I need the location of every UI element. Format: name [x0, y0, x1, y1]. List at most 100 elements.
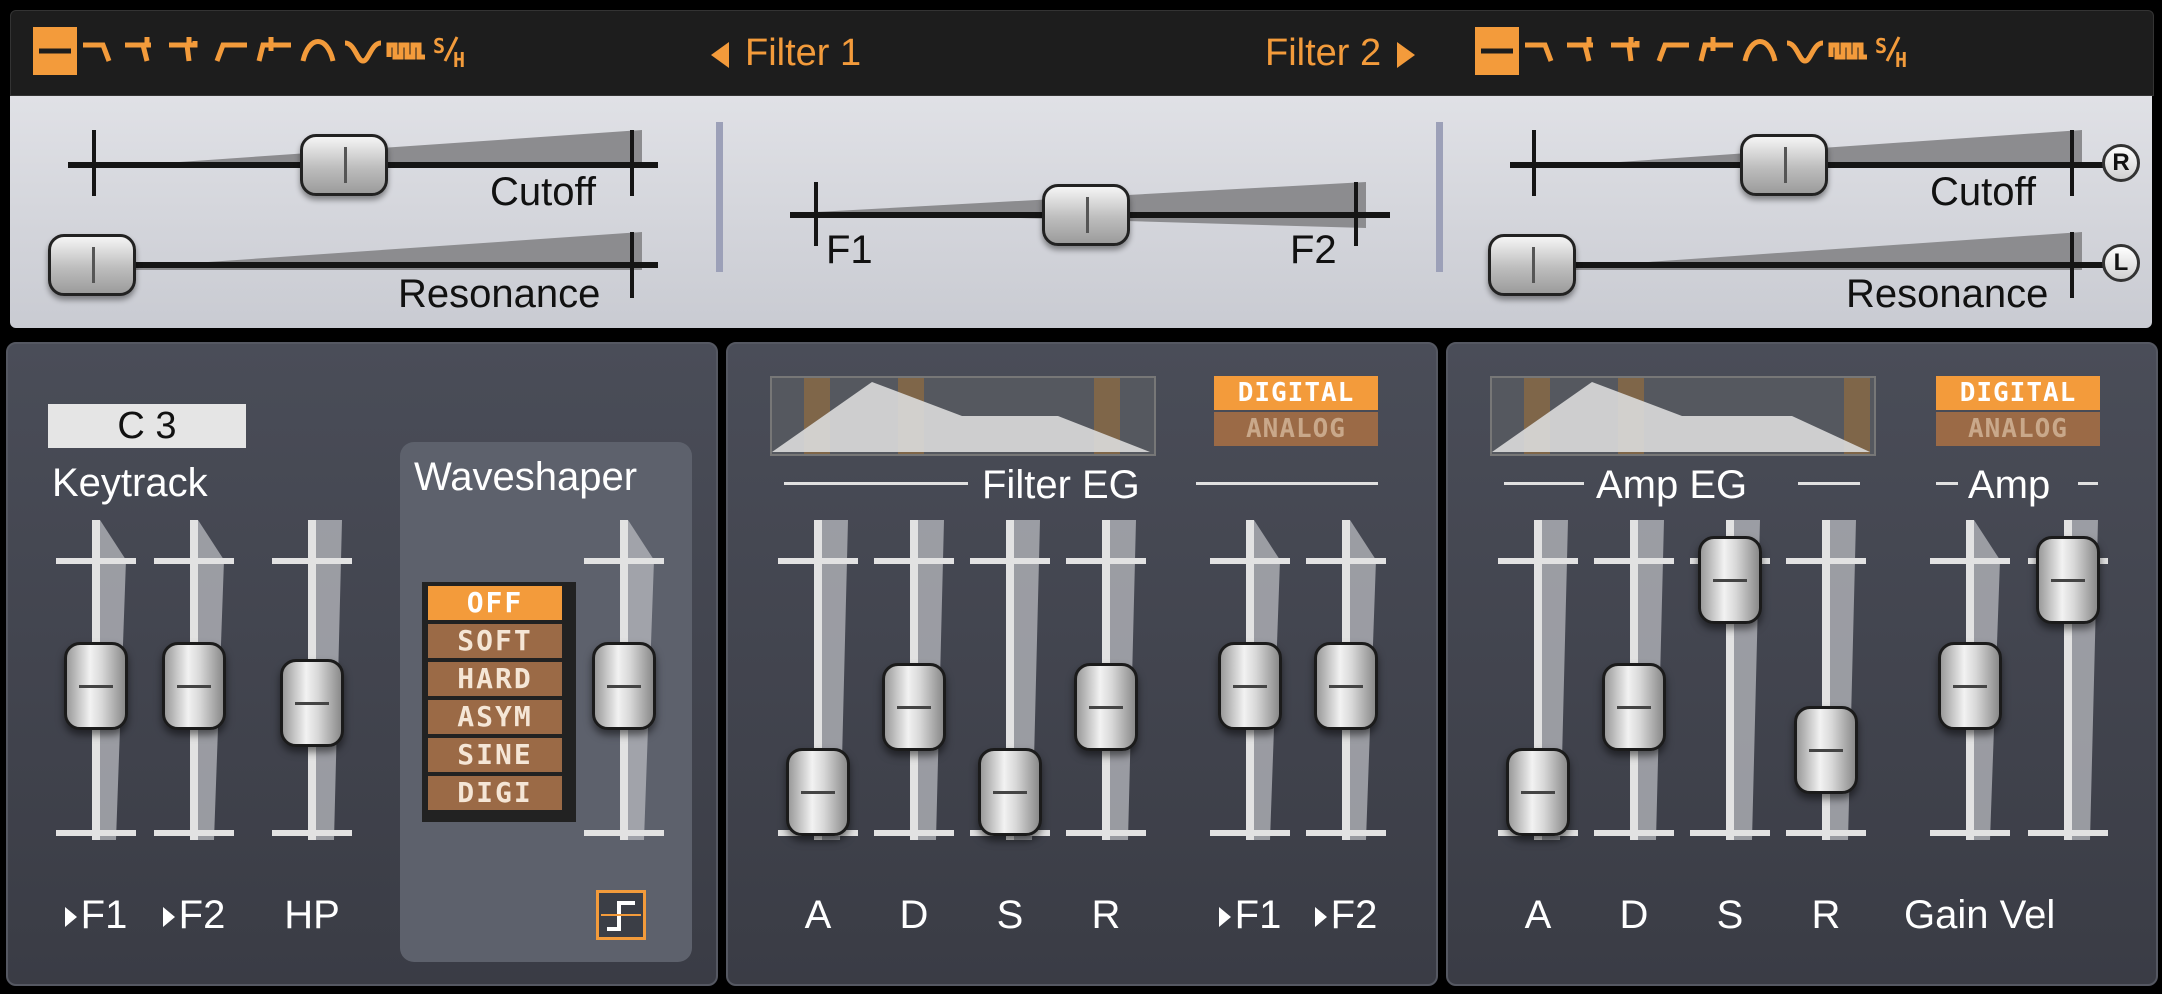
- bypass-filter-button[interactable]: [33, 27, 77, 75]
- waveshaper-hard-button[interactable]: HARD: [428, 662, 562, 696]
- filter-eg-display: [770, 376, 1156, 456]
- slider-top-stop: [778, 558, 858, 564]
- amp-eg-s-slider-knob[interactable]: [1698, 536, 1762, 624]
- notch-filter-button[interactable]: [341, 27, 385, 75]
- amp-eg-r-slider-knob[interactable]: [1794, 705, 1858, 794]
- filter-morph-knob[interactable]: [1042, 184, 1130, 246]
- highpass-12-icon: [214, 42, 247, 62]
- waveshaper-amount-slider-knob[interactable]: [592, 642, 656, 730]
- sample-hold-icon: SH: [433, 34, 465, 72]
- waveshaper-soft-button[interactable]: SOFT: [428, 624, 562, 658]
- filter2-title: Filter 2: [1265, 32, 1382, 74]
- slider-bottom-stop: [584, 830, 664, 836]
- notch-filter-button[interactable]: [1783, 27, 1827, 75]
- keytrack-f2-slider-knob[interactable]: [162, 642, 226, 730]
- amp-eg-digital-button[interactable]: DIGITAL: [1936, 376, 2100, 410]
- filter2-cutoff-knob[interactable]: [1739, 134, 1828, 196]
- divider: [1504, 482, 1584, 485]
- keytrack-hp-slider-knob[interactable]: [280, 658, 344, 747]
- amp-gain-slider[interactable]: [1930, 520, 2010, 840]
- svg-text:S: S: [1875, 34, 1887, 58]
- filter-eg-s-slider-knob[interactable]: [978, 748, 1042, 836]
- highpass-24-filter-button[interactable]: [1695, 27, 1739, 75]
- lowpass-12-filter-button[interactable]: [1519, 27, 1563, 75]
- sample-hold-filter-button[interactable]: SH: [429, 27, 473, 75]
- amp-eg-analog-button[interactable]: ANALOG: [1936, 412, 2100, 446]
- tick: [2070, 232, 2074, 298]
- highpass-24-icon: [256, 37, 291, 62]
- filter-eg-s-slider[interactable]: [970, 520, 1050, 840]
- amp-eg-a-slider-knob[interactable]: [1506, 748, 1570, 836]
- bypass-icon: [1481, 48, 1513, 54]
- divider: [1798, 482, 1860, 485]
- morph-f2-label: F2: [1290, 228, 1337, 272]
- filter-eg-d-slider-knob[interactable]: [882, 663, 946, 752]
- amp-eg-d-slider-knob[interactable]: [1602, 663, 1666, 752]
- slider-top-stop: [272, 558, 352, 564]
- filter-eg-r-slider[interactable]: [1066, 520, 1146, 840]
- waveshaper-amount-slider[interactable]: [584, 520, 664, 840]
- filter-eg-f1-slider[interactable]: [1210, 520, 1290, 840]
- bandpass-filter-button[interactable]: [297, 27, 341, 75]
- filter1-resonance-knob[interactable]: [48, 234, 136, 296]
- lowpass-48-filter-button[interactable]: [165, 27, 209, 75]
- filter-eg-analog-button[interactable]: ANALOG: [1214, 412, 1378, 446]
- filter-eg-a-slider[interactable]: [778, 520, 858, 840]
- bypass-filter-button[interactable]: [1475, 27, 1519, 75]
- sample-hold-filter-button[interactable]: SH: [1871, 27, 1915, 75]
- filter-eg-d-slider[interactable]: [874, 520, 954, 840]
- comb-filter-button[interactable]: [1827, 27, 1871, 75]
- bandpass-filter-button[interactable]: [1739, 27, 1783, 75]
- slider-bottom-stop: [272, 830, 352, 836]
- filter-eg-r-slider-knob[interactable]: [1074, 663, 1138, 752]
- filter1-prev-button[interactable]: Filter 1: [711, 31, 861, 75]
- svg-text:H: H: [1895, 48, 1907, 72]
- comb-filter-button[interactable]: [385, 27, 429, 75]
- highpass-24-filter-button[interactable]: [253, 27, 297, 75]
- filter-eg-f2-slider[interactable]: [1306, 520, 1386, 840]
- filter-eg-f1-slider-knob[interactable]: [1218, 642, 1282, 730]
- lowpass-12-filter-button[interactable]: [77, 27, 121, 75]
- highpass-12-icon: [1656, 42, 1689, 62]
- keytrack-f2-label: F2: [134, 892, 254, 938]
- filter-eg-a-slider-knob[interactable]: [786, 748, 850, 836]
- comb-icon: [1828, 42, 1867, 60]
- highpass-12-filter-button[interactable]: [209, 27, 253, 75]
- r-button[interactable]: R: [2102, 144, 2140, 182]
- filter2-resonance-knob[interactable]: [1488, 234, 1576, 296]
- waveshaper-digi-button[interactable]: DIGI: [428, 776, 562, 810]
- cutoff-strip: Cutoff Resonance F1 F2 Cutoff R Resonanc…: [10, 96, 2152, 328]
- filter1-cutoff-knob[interactable]: [299, 134, 388, 196]
- slider-top-stop: [1066, 558, 1146, 564]
- amp-eg-d-slider[interactable]: [1594, 520, 1674, 840]
- amp-vel-slider[interactable]: [2028, 520, 2108, 840]
- divider: [2078, 482, 2098, 485]
- amp-vel-slider-knob[interactable]: [2036, 536, 2100, 624]
- amp-gain-slider-knob[interactable]: [1938, 642, 2002, 730]
- slider-bottom-stop: [874, 830, 954, 836]
- slider-bottom-stop: [56, 830, 136, 836]
- amp-eg-a-slider[interactable]: [1498, 520, 1578, 840]
- highpass-12-filter-button[interactable]: [1651, 27, 1695, 75]
- waveshaper-sine-button[interactable]: SINE: [428, 738, 562, 772]
- amp-eg-s-slider[interactable]: [1690, 520, 1770, 840]
- keytrack-note-display[interactable]: C 3: [48, 404, 246, 448]
- filter-eg-f2-slider-knob[interactable]: [1314, 642, 1378, 730]
- tick: [630, 232, 634, 298]
- lowpass-24-filter-button[interactable]: [121, 27, 165, 75]
- filter2-next-button[interactable]: Filter 2: [1265, 31, 1416, 75]
- sample-hold-button[interactable]: [596, 890, 646, 940]
- amp-eg-r-slider[interactable]: [1786, 520, 1866, 840]
- l-button[interactable]: L: [2102, 244, 2140, 282]
- lowpass-48-filter-button[interactable]: [1607, 27, 1651, 75]
- keytrack-f1-slider[interactable]: [56, 520, 136, 840]
- keytrack-hp-slider[interactable]: [272, 520, 352, 840]
- filter-eg-digital-button[interactable]: DIGITAL: [1214, 376, 1378, 410]
- keytrack-f1-slider-knob[interactable]: [64, 642, 128, 730]
- svg-text:H: H: [453, 48, 465, 72]
- waveshaper-off-button[interactable]: OFF: [428, 586, 562, 620]
- waveshaper-label: Waveshaper: [414, 455, 638, 499]
- lowpass-24-filter-button[interactable]: [1563, 27, 1607, 75]
- keytrack-f2-slider[interactable]: [154, 520, 234, 840]
- waveshaper-asym-button[interactable]: ASYM: [428, 700, 562, 734]
